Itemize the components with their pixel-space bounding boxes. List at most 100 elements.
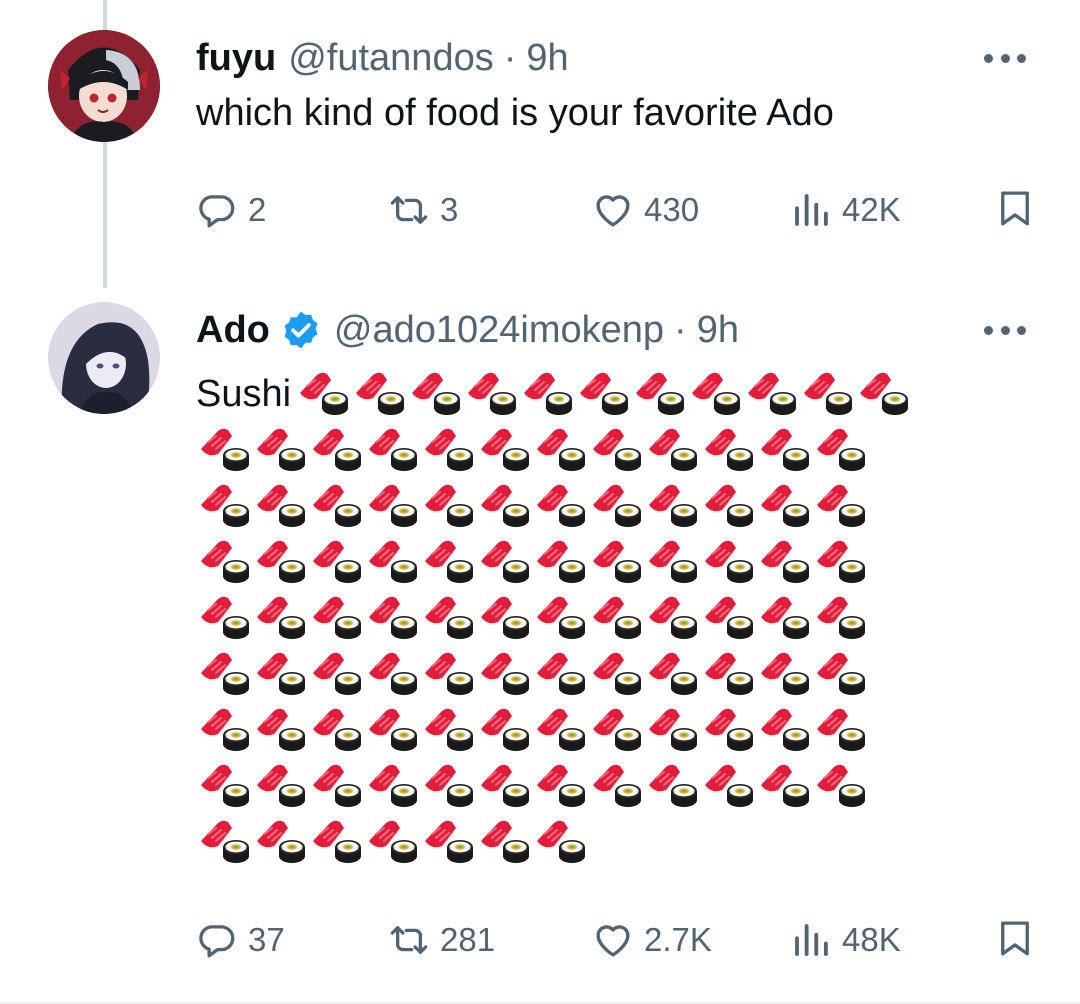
sushi-emoji	[308, 758, 364, 814]
sushi-emoji	[252, 478, 308, 534]
sushi-emoji	[420, 422, 476, 478]
like-button[interactable]: 430	[592, 180, 699, 240]
sushi-emoji	[532, 534, 588, 590]
sushi-emoji	[308, 702, 364, 758]
more-icon[interactable]	[984, 320, 1026, 340]
sushi-emoji	[420, 702, 476, 758]
sushi-emoji	[196, 534, 252, 590]
sushi-emoji	[700, 478, 756, 534]
sushi-emoji	[196, 478, 252, 534]
sushi-emoji	[252, 758, 308, 814]
sushi-emoji	[476, 646, 532, 702]
sushi-emoji	[252, 534, 308, 590]
sushi-emoji	[532, 758, 588, 814]
sushi-emoji	[588, 422, 644, 478]
sushi-emoji	[295, 366, 351, 422]
sushi-emoji	[308, 814, 364, 870]
sushi-emoji	[407, 366, 463, 422]
tweet-header-ado: Ado @ado1024imokenp · 9h	[196, 302, 739, 358]
display-name[interactable]: fuyu	[196, 37, 276, 80]
sushi-emoji	[756, 534, 812, 590]
views-button[interactable]: 48K	[790, 910, 901, 970]
sushi-emoji	[812, 702, 868, 758]
reply-button[interactable]: 37	[196, 910, 285, 970]
timestamp[interactable]: 9h	[526, 37, 568, 80]
like-button[interactable]: 2.7K	[592, 910, 712, 970]
sushi-emoji	[476, 478, 532, 534]
sushi-emoji	[364, 534, 420, 590]
tweet-text: Sushi	[196, 366, 996, 870]
sushi-emoji	[588, 702, 644, 758]
retweet-count: 281	[440, 921, 496, 958]
user-handle[interactable]: @futanndos	[288, 37, 494, 80]
display-name[interactable]: Ado	[196, 309, 270, 352]
sushi-emoji	[687, 366, 743, 422]
bookmark-icon	[994, 187, 1036, 234]
sushi-emoji	[588, 478, 644, 534]
sushi-emoji	[196, 814, 252, 870]
sushi-emoji	[756, 590, 812, 646]
like-count: 430	[644, 191, 700, 228]
reply-button[interactable]: 2	[196, 180, 266, 240]
sushi-emoji	[364, 814, 420, 870]
sushi-emoji	[756, 478, 812, 534]
sushi-emoji	[812, 646, 868, 702]
sushi-emoji	[252, 422, 308, 478]
bookmark-icon	[994, 917, 1036, 964]
sushi-emoji	[308, 534, 364, 590]
like-icon	[592, 919, 634, 961]
sushi-emoji	[756, 758, 812, 814]
separator-dot: ·	[503, 36, 517, 79]
sushi-emoji	[196, 758, 252, 814]
views-icon	[790, 189, 832, 231]
sushi-emoji	[644, 478, 700, 534]
sushi-emoji	[252, 646, 308, 702]
retweet-button[interactable]: 3	[388, 180, 458, 240]
sushi-emoji	[812, 758, 868, 814]
user-handle[interactable]: @ado1024imokenp	[334, 309, 664, 352]
sushi-emoji	[812, 422, 868, 478]
sushi-emoji	[463, 366, 519, 422]
sushi-emoji	[756, 422, 812, 478]
verified-badge-icon	[280, 309, 322, 351]
bookmark-button[interactable]	[994, 180, 1036, 240]
reply-count: 37	[248, 921, 285, 958]
timestamp[interactable]: 9h	[697, 309, 739, 352]
more-icon[interactable]	[984, 48, 1026, 68]
sushi-emoji	[756, 646, 812, 702]
sushi-emoji	[420, 478, 476, 534]
avatar-fuyu[interactable]	[48, 30, 160, 142]
sushi-emoji	[476, 534, 532, 590]
sushi-emoji	[252, 814, 308, 870]
like-icon	[592, 189, 634, 231]
sushi-emoji	[196, 422, 252, 478]
sushi-emoji	[364, 758, 420, 814]
sushi-emoji	[476, 758, 532, 814]
views-button[interactable]: 42K	[790, 180, 901, 240]
sushi-emoji	[420, 590, 476, 646]
sushi-emoji	[364, 646, 420, 702]
reply-icon	[196, 919, 238, 961]
sushi-emoji	[532, 646, 588, 702]
sushi-emoji	[756, 702, 812, 758]
sushi-emoji	[532, 590, 588, 646]
sushi-emoji	[700, 534, 756, 590]
sushi-emoji	[351, 366, 407, 422]
like-count: 2.7K	[644, 921, 712, 958]
views-count: 42K	[842, 191, 901, 228]
sushi-emoji	[196, 702, 252, 758]
tweet-actions: 2 3 430 42K	[196, 180, 1036, 240]
sushi-emoji	[532, 814, 588, 870]
retweet-button[interactable]: 281	[388, 910, 495, 970]
sushi-emoji	[700, 702, 756, 758]
sushi-emoji	[532, 422, 588, 478]
sushi-emoji	[252, 702, 308, 758]
sushi-emoji	[588, 534, 644, 590]
sushi-emoji	[476, 422, 532, 478]
sushi-emoji	[308, 422, 364, 478]
bookmark-button[interactable]	[994, 910, 1036, 970]
sushi-emoji	[644, 534, 700, 590]
avatar-ado[interactable]	[48, 302, 160, 414]
sushi-emoji	[476, 590, 532, 646]
sushi-emoji	[308, 478, 364, 534]
